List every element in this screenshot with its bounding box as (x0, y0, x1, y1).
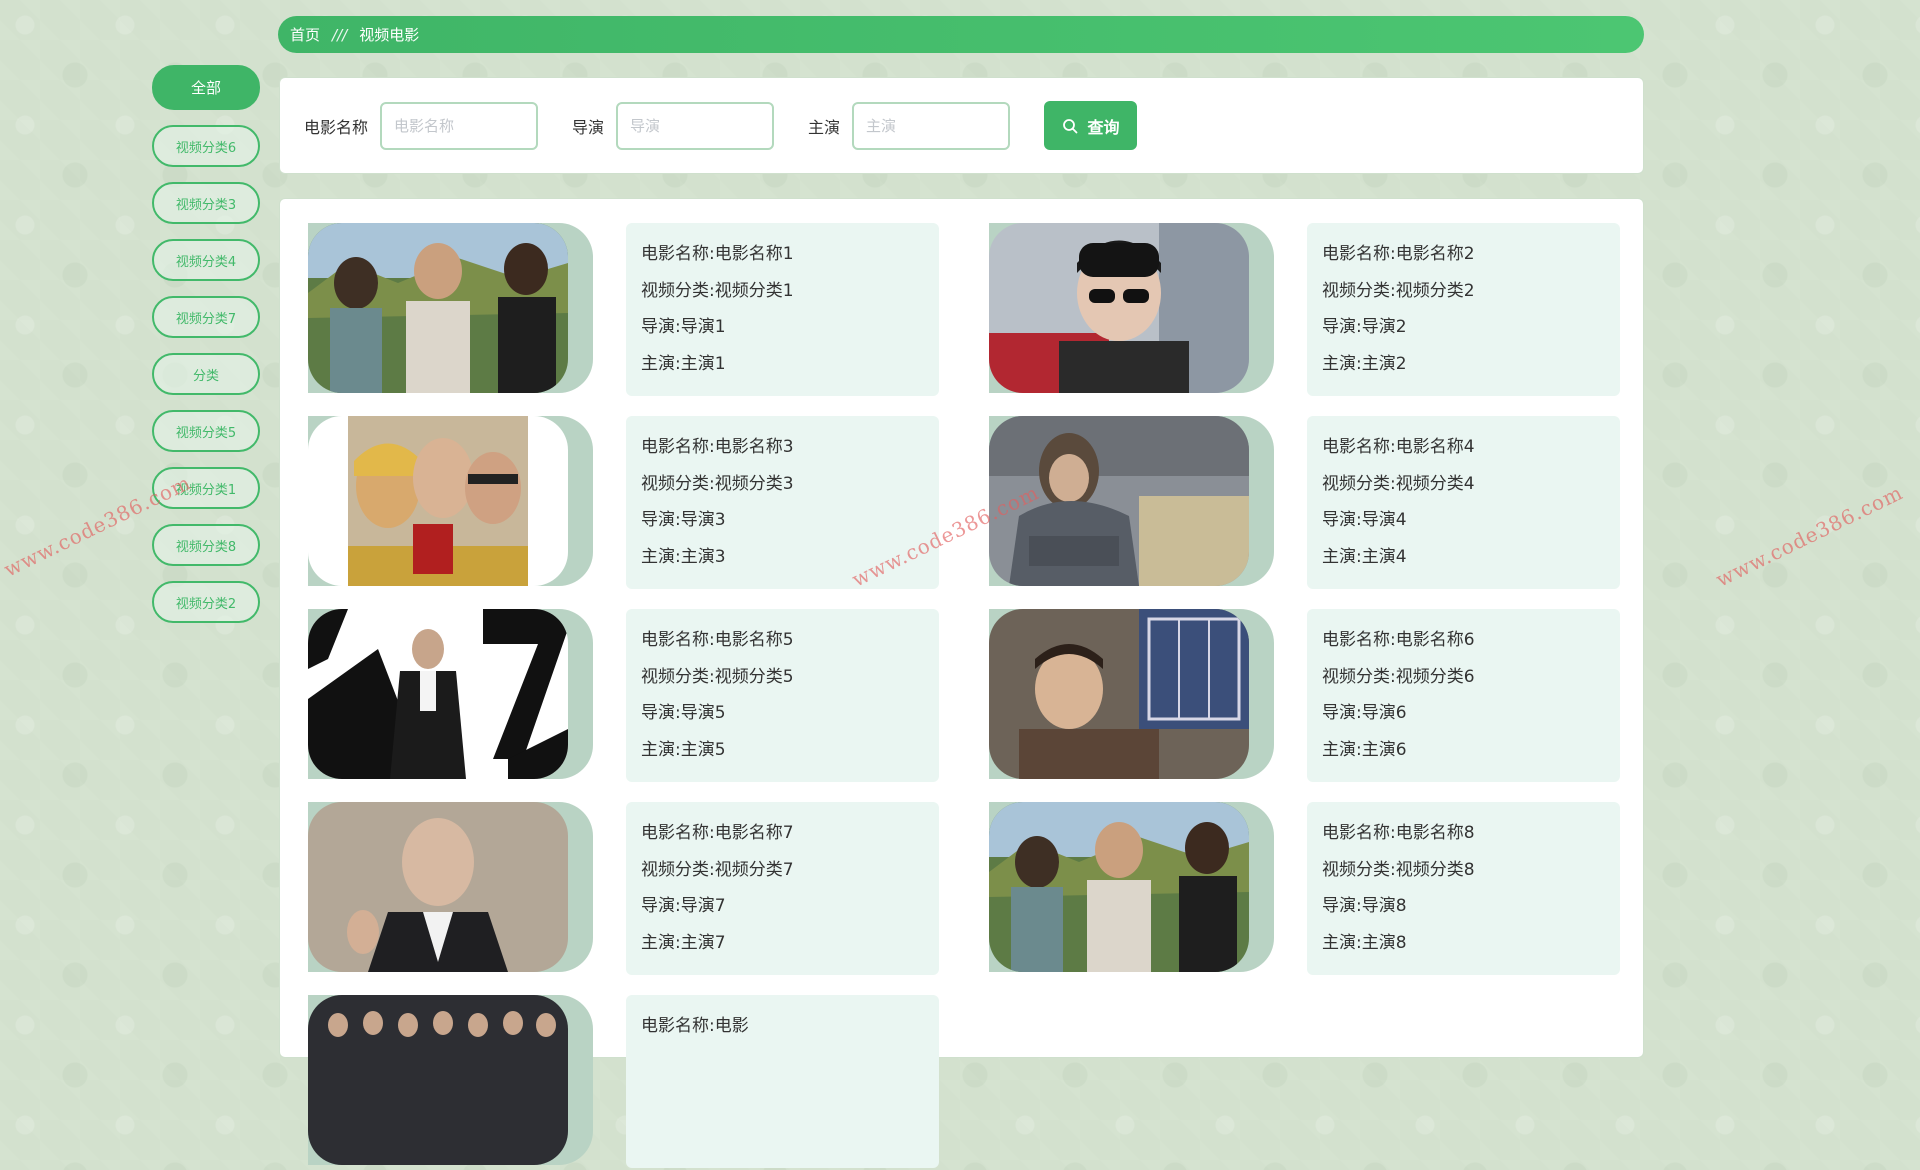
movie-actor: 主演:主演6 (1322, 739, 1407, 760)
movie-info: 电影名称:电影名称8 视频分类:视频分类8 导演:导演8 主演:主演8 (1307, 802, 1620, 975)
movie-name-label: 电影名称 (304, 117, 369, 137)
movie-name-input[interactable] (380, 101, 539, 150)
movie-category: 视频分类:视频分类1 (641, 280, 794, 301)
movie-info: 电影名称:电影名称6 视频分类:视频分类6 导演:导演6 主演:主演6 (1307, 609, 1620, 782)
category-button[interactable]: 视频分类3 (152, 182, 260, 224)
movie-category: 视频分类:视频分类7 (641, 859, 794, 880)
director-input[interactable] (616, 101, 775, 150)
movie-director: 导演:导演5 (641, 703, 726, 723)
movie-category: 视频分类:视频分类5 (641, 666, 794, 687)
movie-list-panel: 电影名称:电影名称1 视频分类:视频分类1 导演:导演1 主演:主演1 电影名称… (279, 198, 1644, 1168)
movie-poster[interactable] (308, 609, 568, 779)
search-icon (1062, 118, 1077, 133)
movie-info: 电影名称:电影名称2 视频分类:视频分类2 导演:导演2 主演:主演2 (1307, 223, 1620, 396)
movie-poster[interactable] (989, 609, 1249, 779)
movie-title: 电影名称:电影名称7 (641, 823, 794, 843)
movie-poster[interactable] (308, 802, 568, 972)
category-button[interactable]: 视频分类4 (152, 239, 260, 281)
movie-director: 导演:导演2 (1322, 317, 1407, 337)
search-button-label: 查询 (1087, 117, 1120, 137)
movie-card[interactable]: 电影名称:电影名称2 视频分类:视频分类2 导演:导演2 主演:主演2 (989, 223, 1643, 398)
movie-poster[interactable] (989, 223, 1249, 393)
movie-card[interactable]: 电影名称:电影 (308, 995, 962, 1170)
movie-info: 电影名称:电影名称4 视频分类:视频分类4 导演:导演4 主演:主演4 (1307, 416, 1620, 589)
movie-poster[interactable] (989, 802, 1249, 972)
movie-poster[interactable] (308, 416, 568, 586)
search-button[interactable]: 查询 (1044, 101, 1138, 150)
movie-title: 电影名称:电影名称8 (1322, 823, 1475, 843)
actor-label: 主演 (808, 117, 841, 137)
movie-title: 电影名称:电影 (641, 1016, 749, 1036)
movie-director: 导演:导演8 (1322, 896, 1407, 916)
actor-input[interactable] (852, 101, 1011, 150)
movie-card[interactable]: 电影名称:电影名称7 视频分类:视频分类7 导演:导演7 主演:主演7 (308, 802, 962, 977)
movie-actor: 主演:主演5 (641, 739, 726, 760)
movie-title: 电影名称:电影名称5 (641, 630, 794, 650)
category-list: 全部 视频分类6 视频分类3 视频分类4 视频分类7 分类 视频分类5 视频分类… (152, 65, 260, 638)
search-panel: 电影名称 导演 主演 查询 (279, 77, 1644, 174)
movie-card[interactable]: 电影名称:电影名称1 视频分类:视频分类1 导演:导演1 主演:主演1 (308, 223, 962, 398)
movie-title: 电影名称:电影名称2 (1322, 244, 1475, 264)
category-button[interactable]: 视频分类5 (152, 410, 260, 452)
category-button[interactable]: 视频分类6 (152, 125, 260, 167)
movie-title: 电影名称:电影名称3 (641, 437, 794, 457)
category-button[interactable]: 分类 (152, 353, 260, 395)
movie-info: 电影名称:电影名称7 视频分类:视频分类7 导演:导演7 主演:主演7 (626, 802, 939, 975)
movie-actor: 主演:主演4 (1322, 546, 1407, 567)
movie-actor: 主演:主演7 (641, 932, 726, 953)
movie-poster[interactable] (308, 223, 568, 393)
movie-info: 电影名称:电影 (626, 995, 939, 1168)
category-button[interactable]: 视频分类2 (152, 581, 260, 623)
category-button[interactable]: 视频分类8 (152, 524, 260, 566)
movie-title: 电影名称:电影名称1 (641, 244, 794, 264)
movie-card[interactable]: 电影名称:电影名称4 视频分类:视频分类4 导演:导演4 主演:主演4 (989, 416, 1643, 591)
breadcrumb-current: 视频电影 (359, 26, 420, 44)
movie-category: 视频分类:视频分类8 (1322, 859, 1475, 880)
movie-actor: 主演:主演2 (1322, 353, 1407, 374)
movie-category: 视频分类:视频分类4 (1322, 473, 1475, 494)
movie-actor: 主演:主演1 (641, 353, 726, 374)
movie-director: 导演:导演6 (1322, 703, 1407, 723)
movie-director: 导演:导演4 (1322, 510, 1407, 530)
movie-poster[interactable] (308, 995, 568, 1165)
movie-info: 电影名称:电影名称1 视频分类:视频分类1 导演:导演1 主演:主演1 (626, 223, 939, 396)
movie-director: 导演:导演3 (641, 510, 726, 530)
watermark: www.code386.com (1712, 480, 1907, 592)
movie-director: 导演:导演7 (641, 896, 726, 916)
movie-card[interactable]: 电影名称:电影名称5 视频分类:视频分类5 导演:导演5 主演:主演5 (308, 609, 962, 784)
breadcrumb-separator: /// (332, 25, 348, 44)
movie-title: 电影名称:电影名称6 (1322, 630, 1475, 650)
movie-category: 视频分类:视频分类6 (1322, 666, 1475, 687)
director-label: 导演 (572, 117, 605, 137)
movie-card[interactable]: 电影名称:电影名称6 视频分类:视频分类6 导演:导演6 主演:主演6 (989, 609, 1643, 784)
movie-category: 视频分类:视频分类2 (1322, 280, 1475, 301)
category-button[interactable]: 视频分类7 (152, 296, 260, 338)
movie-info: 电影名称:电影名称5 视频分类:视频分类5 导演:导演5 主演:主演5 (626, 609, 939, 782)
category-all-button[interactable]: 全部 (152, 65, 260, 110)
movie-title: 电影名称:电影名称4 (1322, 437, 1475, 457)
movie-actor: 主演:主演8 (1322, 932, 1407, 953)
movie-card[interactable]: 电影名称:电影名称8 视频分类:视频分类8 导演:导演8 主演:主演8 (989, 802, 1643, 977)
movie-director: 导演:导演1 (641, 317, 726, 337)
breadcrumb-home-link[interactable]: 首页 (290, 24, 320, 45)
movie-category: 视频分类:视频分类3 (641, 473, 794, 494)
breadcrumb: 首页 /// 视频电影 (278, 16, 1644, 53)
